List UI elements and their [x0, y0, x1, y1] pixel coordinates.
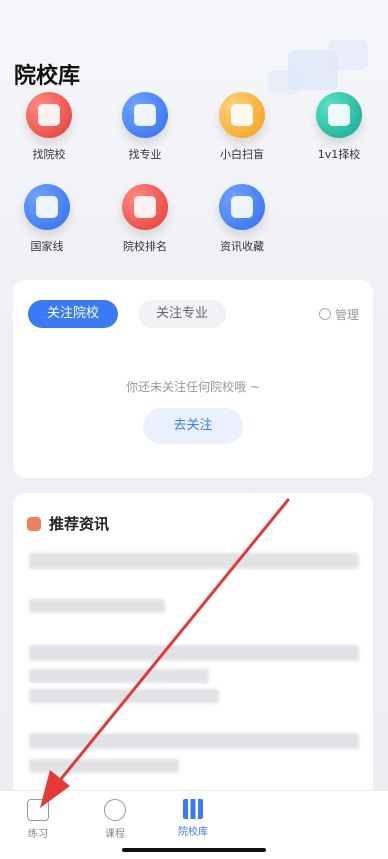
home-indicator [122, 848, 266, 852]
blurred-news-line [29, 599, 165, 613]
tab-label: 课程 [105, 829, 125, 840]
settings-icon [318, 308, 331, 320]
action-label: 国家线 [30, 240, 64, 253]
blurred-news-line [29, 733, 359, 749]
action-school-ranking[interactable]: 院校排名 [110, 184, 180, 264]
manage-button[interactable]: 管理 [318, 306, 359, 323]
action-find-school[interactable]: 找院校 [14, 92, 84, 172]
play-circle-icon [104, 799, 126, 821]
action-find-major[interactable]: 找专业 [110, 92, 180, 172]
action-beginner-guide[interactable]: 小白扫盲 [207, 92, 277, 172]
action-label: 1v1择校 [317, 148, 361, 161]
school-icon [26, 92, 72, 138]
tab-courses[interactable]: 课程 [85, 799, 145, 840]
action-1v1-choose[interactable]: 1v1择校 [304, 92, 374, 172]
go-follow-button[interactable]: 去关注 [143, 408, 243, 444]
bar-chart-icon [183, 799, 203, 819]
graduation-cap-icon [316, 92, 362, 138]
action-label: 小白扫盲 [220, 148, 264, 161]
news-heading-label: 推荐资讯 [49, 515, 110, 533]
empty-state-text: 你还未关注任何院校哦 ~ [126, 380, 260, 394]
page-title: 院校库 [14, 64, 81, 89]
book-icon [27, 799, 49, 821]
page: 院校库 找院校 找专业 小白扫盲 1v1择校 国家线 院校排名 资讯收藏 关注院… [0, 0, 388, 859]
tab-label: 练习 [28, 829, 48, 840]
tab-school-library[interactable]: 院校库 [163, 799, 223, 838]
action-national-line[interactable]: 国家线 [12, 184, 82, 264]
briefcase-icon [122, 92, 168, 138]
trend-chart-icon [24, 184, 70, 230]
manage-label: 管理 [334, 308, 359, 322]
action-label: 找院校 [32, 148, 66, 161]
blurred-news-line [29, 759, 179, 773]
action-label: 找专业 [128, 148, 162, 161]
action-label: 院校排名 [123, 240, 167, 253]
news-heading: 推荐资讯 [27, 513, 109, 534]
tab-followed-majors[interactable]: 关注专业 [138, 300, 226, 328]
news-icon [27, 517, 41, 531]
action-label: 资讯收藏 [220, 240, 264, 253]
trophy-icon [122, 184, 168, 230]
document-icon [219, 92, 265, 138]
tab-label: 院校库 [178, 827, 208, 838]
tab-practice[interactable]: 练习 [8, 799, 68, 840]
tab-followed-schools[interactable]: 关注院校 [28, 300, 118, 328]
star-folder-icon [219, 184, 265, 230]
blurred-news-line [29, 645, 359, 661]
follow-card: 关注院校 关注专业 管理 你还未关注任何院校哦 ~ 去关注 [13, 280, 373, 478]
action-news-favorites[interactable]: 资讯收藏 [207, 184, 277, 264]
blurred-news-line [29, 553, 359, 569]
blurred-news-line [29, 669, 209, 683]
news-card: 推荐资讯 [13, 493, 373, 813]
blurred-news-line [29, 689, 219, 703]
